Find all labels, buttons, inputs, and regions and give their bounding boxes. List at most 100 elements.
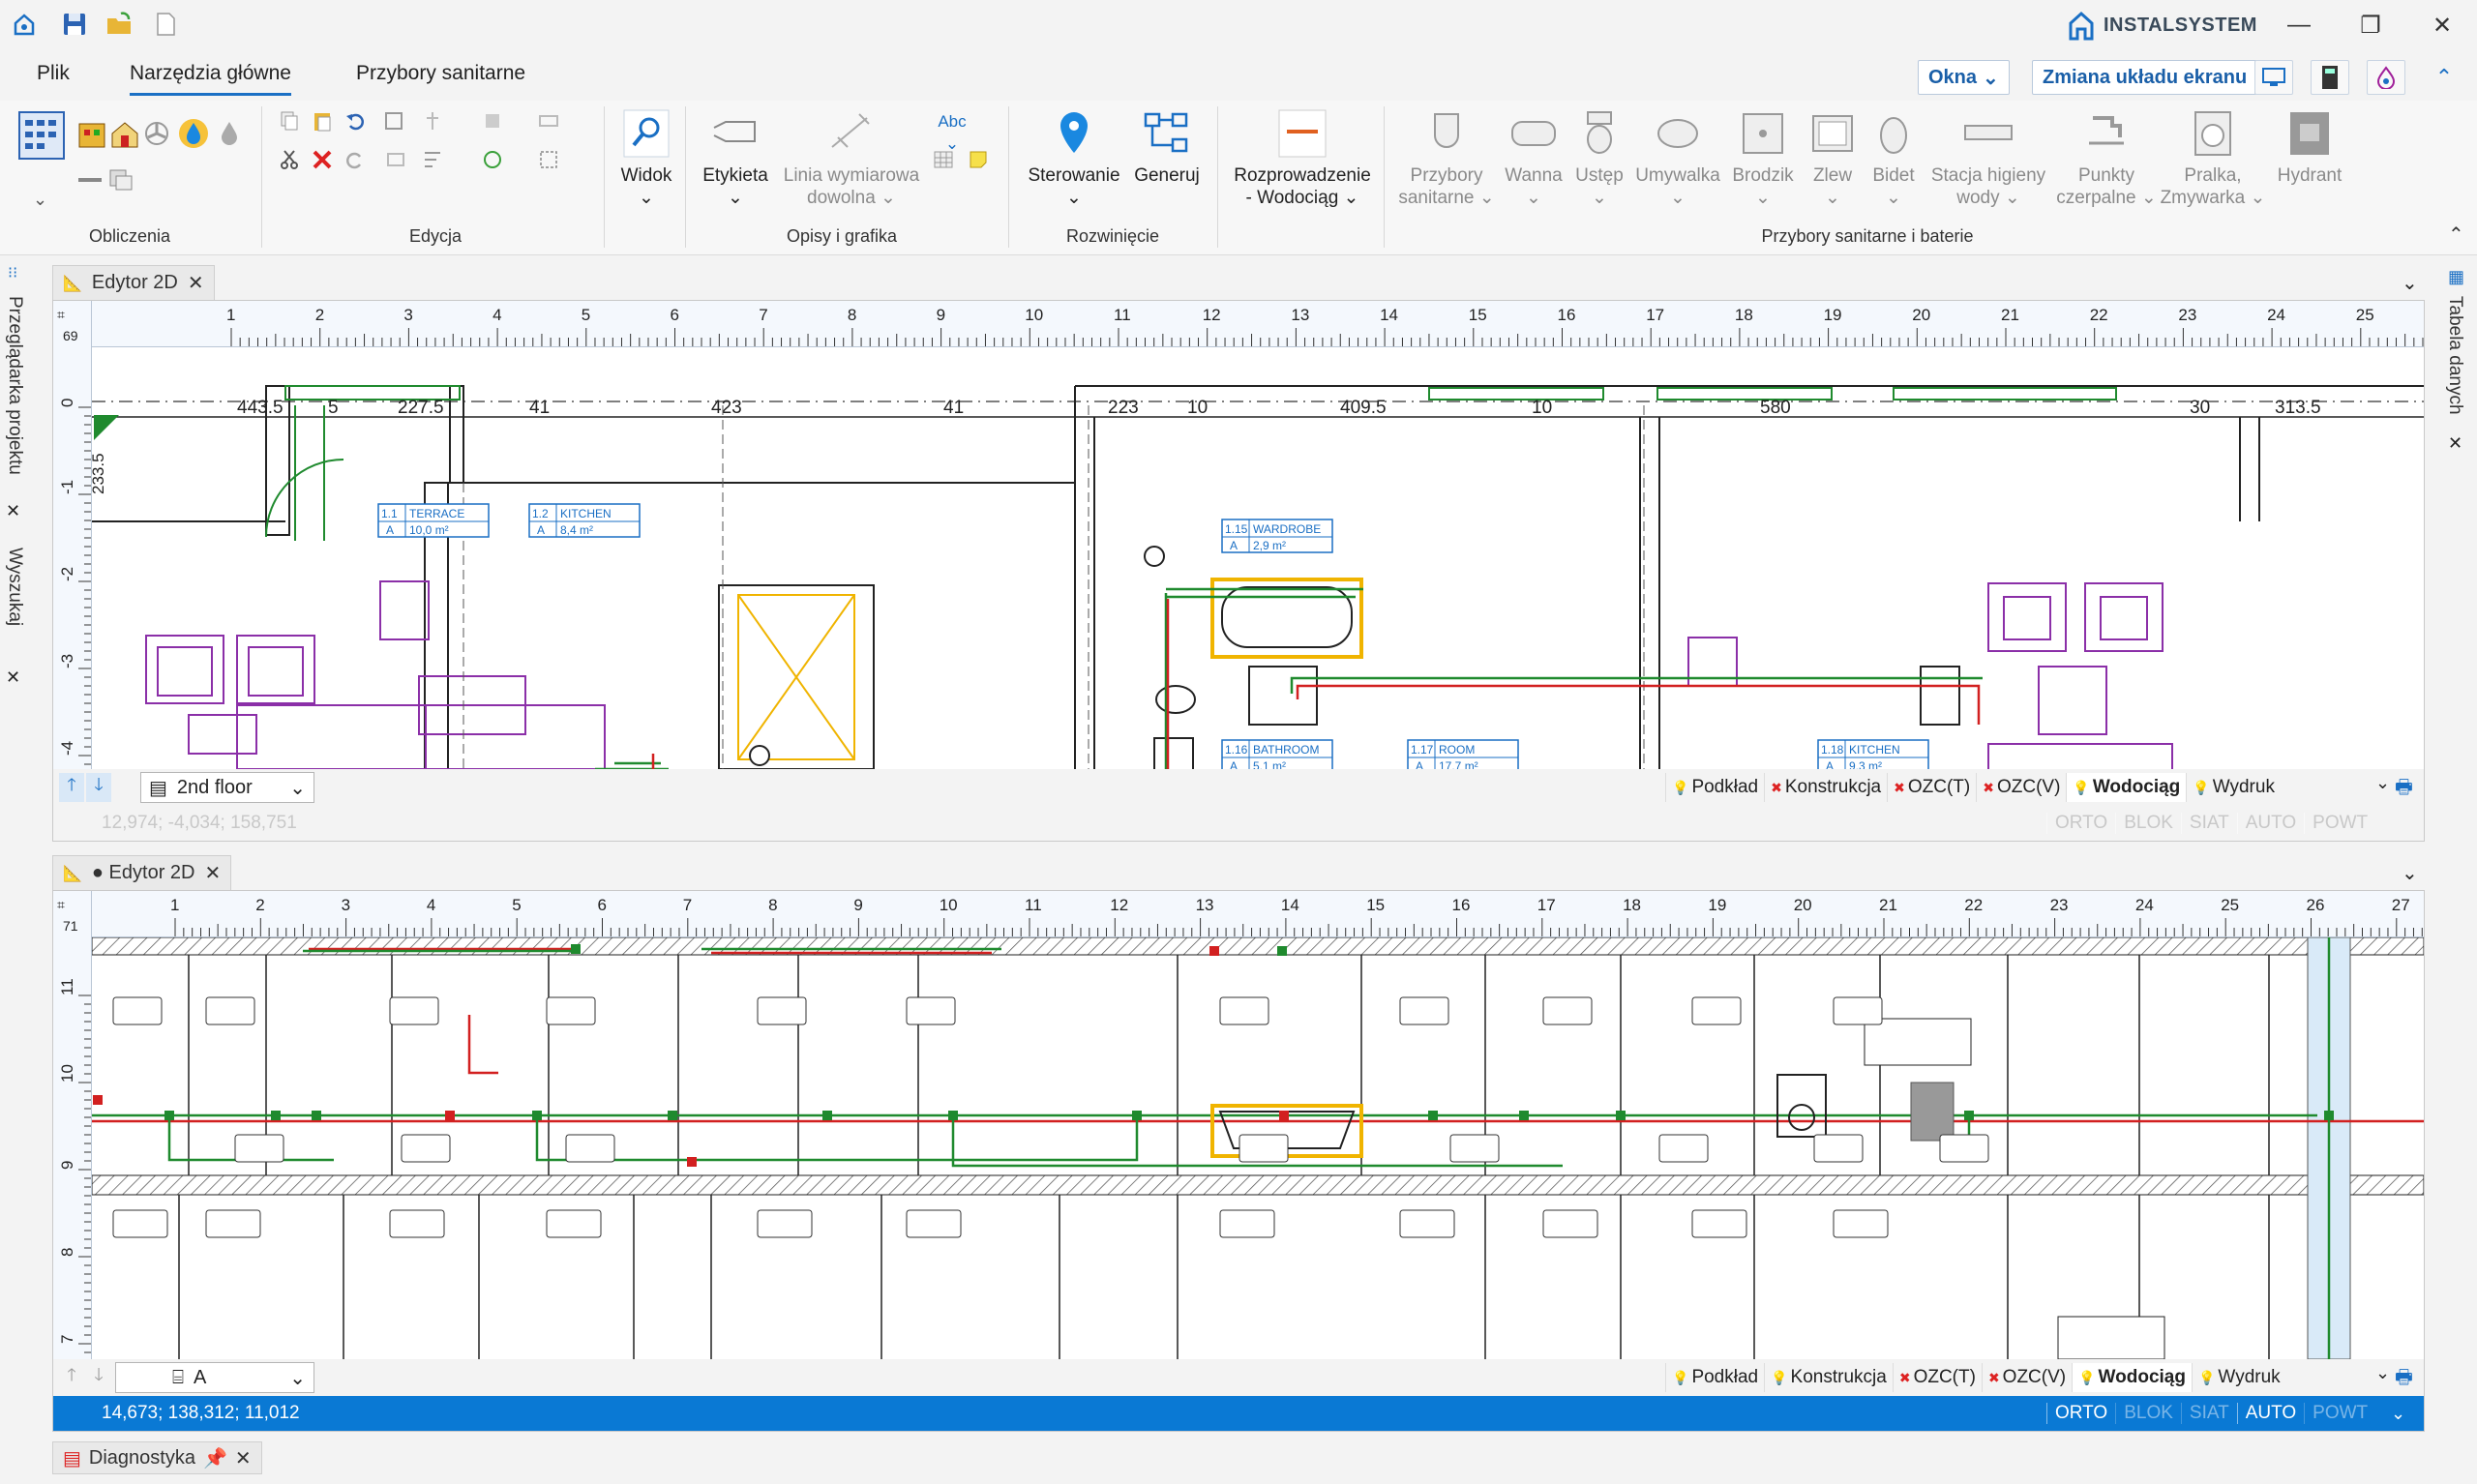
close-icon[interactable]: ✕ <box>6 501 20 521</box>
fixture-tag[interactable] <box>546 1209 602 1238</box>
fixture-wanna-button[interactable]: Wanna ⌄ <box>1500 108 1567 209</box>
level-down-button[interactable]: 🡓 <box>86 1363 111 1392</box>
pipe-node[interactable] <box>822 1111 832 1120</box>
pipe-node[interactable] <box>1279 1111 1289 1120</box>
save-icon[interactable] <box>60 10 89 39</box>
layer-toggle-1[interactable]: 💡 Konstrukcja <box>1764 1363 1893 1392</box>
diagnostics-tab[interactable]: ▤ Diagnostyka 📌 ✕ <box>52 1441 262 1474</box>
layer-toggle-3[interactable]: ✖ OZC(V) <box>1976 773 2066 802</box>
project-browser-tab[interactable]: Przeglądarka projektu <box>4 296 25 475</box>
tab-narzedzia-glowne[interactable]: Narzędzia główne <box>130 62 291 96</box>
chevron-down-icon[interactable]: ⌄ <box>2402 271 2418 295</box>
fixture-tag[interactable] <box>1449 1134 1500 1163</box>
chevron-down-icon[interactable]: ⌄ <box>2375 1363 2390 1383</box>
fixture-tag[interactable] <box>1813 1134 1864 1163</box>
level-up-button[interactable]: 🡑 <box>59 1363 84 1392</box>
undo-icon[interactable] <box>344 110 366 132</box>
select-icon[interactable] <box>538 149 559 170</box>
fixture-tag[interactable] <box>906 1209 962 1238</box>
horizontal-ruler[interactable]: 1 2 3 4 5 6 7 8 9 10 11 12 13 14 15 16 17 18 19 20 21 22 23 24 2… <box>92 891 2424 937</box>
print-preview-icon[interactable]: 🖶 <box>2395 773 2413 806</box>
water-drop-icon[interactable] <box>178 118 209 149</box>
fan-icon[interactable] <box>143 120 170 147</box>
chevron-down-icon[interactable]: ⌄ <box>2375 773 2390 793</box>
sterowanie-button[interactable]: Sterowanie ⌄ <box>1018 108 1130 209</box>
pipe-node[interactable] <box>1277 946 1287 956</box>
fixture-tag[interactable] <box>1691 996 1742 1025</box>
pipe-node[interactable] <box>271 1111 281 1120</box>
status-flag-auto[interactable]: AUTO <box>2236 1403 2304 1424</box>
fixture-hydrant-button[interactable]: Hydrant <box>2266 108 2353 187</box>
fixture-zlew-button[interactable]: Zlew ⌄ <box>1802 108 1864 209</box>
fixture-tag[interactable] <box>1399 996 1449 1025</box>
fixture-tag[interactable] <box>401 1134 451 1163</box>
rotate-icon[interactable] <box>482 149 503 170</box>
fixture-tag[interactable] <box>389 1209 445 1238</box>
pin-icon[interactable]: 📌 <box>203 1446 227 1470</box>
collapse-ribbon-button[interactable]: ⌃ <box>2425 60 2463 95</box>
layer-toggle-2[interactable]: ✖ OZC(T) <box>1892 1363 1982 1392</box>
data-table-tab[interactable]: Tabela danych <box>2444 296 2465 415</box>
sticky-note-icon[interactable] <box>968 149 989 170</box>
layer-toggle-0[interactable]: 💡 Podkład <box>1665 773 1764 802</box>
fixture-tag[interactable] <box>1542 1209 1598 1238</box>
chevron-down-icon[interactable]: ⌄ <box>33 190 54 211</box>
fixture-tag[interactable] <box>1658 1134 1709 1163</box>
fixture-tag[interactable] <box>112 996 163 1025</box>
paste-icon[interactable] <box>312 110 333 132</box>
chevron-down-icon[interactable]: ⌄ <box>2402 861 2418 885</box>
app-home-icon[interactable] <box>10 10 39 39</box>
fixture-tag[interactable] <box>1691 1209 1747 1238</box>
close-icon[interactable]: ✕ <box>204 861 221 885</box>
fixture-tag[interactable] <box>1399 1209 1455 1238</box>
table-icon[interactable] <box>933 149 954 170</box>
pipe-node[interactable] <box>687 1157 697 1167</box>
water-settings-button[interactable] <box>2367 60 2405 95</box>
cut-icon[interactable] <box>279 149 300 170</box>
fixture-tag[interactable] <box>1542 996 1593 1025</box>
pipe-node[interactable] <box>1209 946 1219 956</box>
fixture-tag[interactable] <box>205 996 255 1025</box>
pipe-node[interactable] <box>1132 1111 1142 1120</box>
fixture-umywalka-button[interactable]: Umywalka ⌄ <box>1631 108 1724 209</box>
panel-grip-icon[interactable]: ⁝⁝ <box>8 263 17 282</box>
gray-drop-icon[interactable] <box>217 120 242 147</box>
editor1-tab[interactable]: 📐 Edytor 2D ✕ <box>52 265 215 300</box>
new-document-icon[interactable] <box>151 10 180 39</box>
screen-layout-button[interactable] <box>2254 60 2293 95</box>
tab-plik[interactable]: Plik <box>37 62 70 93</box>
chevron-down-icon[interactable]: ⌄ <box>2391 1404 2405 1424</box>
frame-icon[interactable] <box>383 110 404 132</box>
close-window-button[interactable]: ✕ <box>2415 6 2469 45</box>
floor-select[interactable]: ▤ 2nd floor ⌄ <box>140 772 314 803</box>
ruler-corner[interactable]: ⌗ 69 <box>53 301 92 347</box>
fixture-tag[interactable] <box>757 996 807 1025</box>
status-flag-orto[interactable]: ORTO <box>2046 813 2115 834</box>
status-flag-siat[interactable]: SIAT <box>2180 1403 2237 1424</box>
fixture-ustep-button[interactable]: Ustęp ⌄ <box>1567 108 1631 209</box>
status-flag-powt[interactable]: POWT <box>2304 1403 2375 1424</box>
calculator-button[interactable] <box>2311 60 2349 95</box>
widok-button[interactable]: Widok ⌄ <box>615 108 677 209</box>
line-tool-icon[interactable] <box>77 170 103 190</box>
status-flag-siat[interactable]: SIAT <box>2180 813 2237 834</box>
level-down-button[interactable]: 🡓 <box>86 773 111 802</box>
pipe-node[interactable] <box>1519 1111 1529 1120</box>
layer-toggle-5[interactable]: 💡 Wydruk <box>2186 773 2281 802</box>
fixture-tag[interactable] <box>1219 996 1269 1025</box>
generuj-button[interactable]: Generuj <box>1130 108 1204 187</box>
table-icon[interactable]: ▦ <box>2448 267 2464 287</box>
pin-icon[interactable] <box>422 110 443 132</box>
close-icon[interactable]: ✕ <box>2448 433 2462 454</box>
fixture-tag[interactable] <box>112 1209 168 1238</box>
fixture-tag[interactable] <box>1238 1134 1289 1163</box>
align-icon[interactable] <box>422 149 443 170</box>
copy-grid-icon[interactable] <box>108 168 134 192</box>
room-label[interactable]: 1.17 ROOM A 17,7 m² <box>1407 739 1519 769</box>
layer-toggle-0[interactable]: 💡 Podkład <box>1665 1363 1764 1392</box>
room-label[interactable]: 1.16 BATHROOM A 5,1 m² <box>1221 739 1333 769</box>
fixture-punkty-button[interactable]: Punkty czerpalne ⌄ <box>2053 108 2160 209</box>
riser-diagram-canvas[interactable] <box>92 937 2424 1359</box>
fixture-tag[interactable] <box>546 996 596 1025</box>
search-panel-tab[interactable]: Wyszukaj <box>4 548 25 626</box>
